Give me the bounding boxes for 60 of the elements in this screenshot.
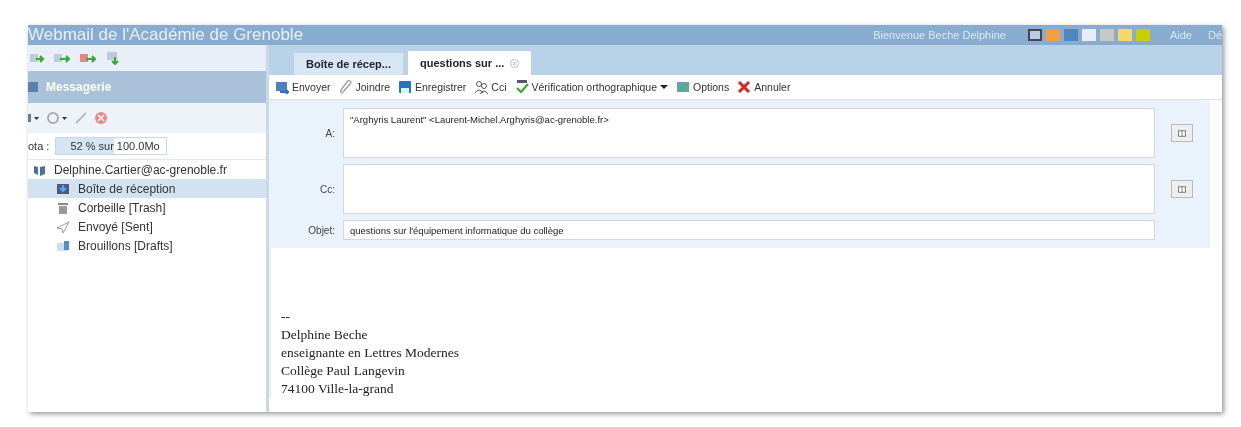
address-book-button[interactable] bbox=[1171, 124, 1193, 142]
body-line: enseignante en Lettres Modernes bbox=[281, 344, 461, 362]
field-label: Cc: bbox=[319, 183, 336, 195]
theme-swatch[interactable] bbox=[1117, 29, 1132, 41]
theme-swatch[interactable] bbox=[1063, 29, 1078, 41]
theme-swatch[interactable] bbox=[1099, 29, 1114, 41]
send-icon[interactable] bbox=[275, 80, 289, 94]
close-icon[interactable] bbox=[510, 58, 520, 68]
tab[interactable]: Boîte de récep... bbox=[294, 53, 403, 75]
input-field[interactable]: questions sur l'équipement informatique du collège bbox=[343, 220, 1155, 240]
theme-swatch[interactable] bbox=[1081, 29, 1096, 41]
folder-item[interactable]: Delphine.Cartier@ac-grenoble.fr bbox=[28, 160, 266, 179]
book-icon[interactable] bbox=[1178, 128, 1186, 138]
inbox-icon[interactable] bbox=[56, 181, 70, 196]
toolbar-button[interactable]: Options bbox=[676, 80, 730, 94]
mail-arrow-icon[interactable] bbox=[54, 51, 70, 65]
toolbar-button[interactable]: Vérification orthographique bbox=[514, 80, 668, 94]
drafts-folder-icon[interactable] bbox=[56, 238, 70, 253]
cross-icon[interactable] bbox=[737, 80, 752, 94]
section-title: Messagerie bbox=[46, 80, 112, 94]
spellcheck-icon[interactable] bbox=[514, 80, 529, 94]
theme-swatch[interactable] bbox=[1027, 29, 1042, 41]
toolbar-button[interactable]: Joindre bbox=[338, 80, 390, 94]
paper-plane-icon[interactable] bbox=[56, 219, 70, 234]
welcome-text: Bienvenue Beche Delphine bbox=[873, 29, 1006, 41]
folder-item[interactable]: Envoyé [Sent] bbox=[28, 217, 266, 236]
input-field[interactable]: "Arghyris Laurent" <Laurent-Michel.Arghyris@ac-grenoble.fr> bbox=[343, 108, 1155, 158]
mail-arrow-icon[interactable] bbox=[80, 51, 96, 65]
theme-swatch[interactable] bbox=[1045, 29, 1060, 41]
address-book-button[interactable] bbox=[1171, 180, 1193, 198]
quota-text: 52 % sur 100.0Mo bbox=[69, 140, 160, 152]
folder-item[interactable]: Brouillons [Drafts] bbox=[28, 236, 266, 255]
trash-icon[interactable] bbox=[56, 200, 70, 215]
people-icon[interactable] bbox=[474, 80, 489, 94]
toolbar-button[interactable]: Envoyer bbox=[275, 80, 331, 94]
quota-label: ota : bbox=[28, 140, 50, 152]
dropdown-caret-icon[interactable] bbox=[28, 112, 40, 124]
body-line: Delphine Beche bbox=[281, 326, 369, 344]
caret-icon[interactable] bbox=[660, 84, 668, 90]
toolbar-button[interactable]: Enregistrer bbox=[398, 80, 467, 94]
delete-icon[interactable] bbox=[94, 111, 108, 125]
field-label: Objet: bbox=[307, 224, 336, 236]
pencil-icon[interactable] bbox=[74, 111, 88, 125]
paperclip-icon[interactable] bbox=[338, 80, 353, 94]
mail-download-icon[interactable] bbox=[106, 51, 120, 65]
body-line: -- bbox=[281, 308, 291, 326]
checked-form-icon[interactable] bbox=[676, 80, 690, 94]
folder-item[interactable]: Corbeille [Trash] bbox=[28, 198, 266, 217]
mail-arrow-icon[interactable] bbox=[30, 51, 44, 65]
folder-item[interactable]: Boîte de réception bbox=[28, 179, 266, 198]
app-title: Webmail de l'Académie de Grenoble bbox=[28, 25, 305, 45]
theme-swatch[interactable] bbox=[1135, 29, 1150, 41]
book-icon[interactable] bbox=[1178, 184, 1186, 194]
toolbar-button[interactable]: Annuler bbox=[737, 80, 791, 94]
toolbar-button[interactable]: Cci bbox=[474, 80, 507, 94]
input-field[interactable] bbox=[343, 164, 1155, 214]
tab[interactable]: questions sur ... bbox=[408, 51, 532, 75]
body-line: Collège Paul Langevin bbox=[281, 362, 406, 380]
body-line: 74100 Ville-la-grand bbox=[281, 380, 395, 398]
field-label: A: bbox=[324, 127, 336, 139]
